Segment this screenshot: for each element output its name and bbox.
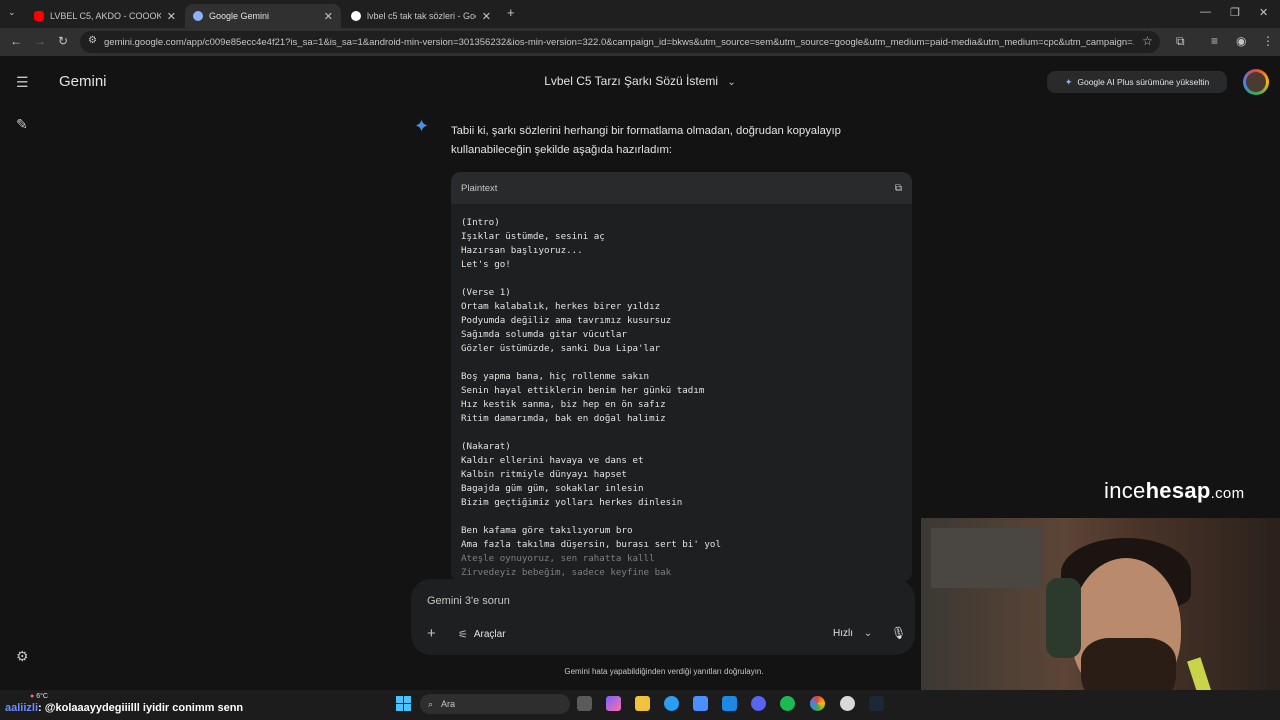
windows-start-icon[interactable] [396, 696, 411, 711]
tab-title: lvbel c5 tak tak sözleri - Google [367, 11, 476, 21]
tab-youtube[interactable]: LVBEL C5, AKDO - COOOK PARA ✕ [26, 4, 184, 28]
tab-strip: ⌄ LVBEL C5, AKDO - COOOK PARA ✕ Google G… [0, 0, 1280, 28]
headset [1046, 578, 1081, 658]
avatar[interactable] [1243, 69, 1269, 95]
code-block-header: Plaintext ⧉ [451, 172, 912, 204]
code-block: Plaintext ⧉ (Intro) Işıklar üstümde, ses… [451, 172, 912, 582]
url-text: gemini.google.com/app/c009e85ecc4e4f21?i… [104, 36, 1134, 48]
tab-google-search[interactable]: lvbel c5 tak tak sözleri - Google ✕ [343, 4, 499, 28]
webcam-background [931, 528, 1041, 588]
forward-icon[interactable]: → [34, 34, 46, 48]
code-language-label: Plaintext [461, 182, 498, 194]
steam-icon[interactable] [869, 696, 884, 711]
gemini-icon [193, 11, 203, 21]
side-rail: ☰ ✎ ⚙ [0, 56, 48, 690]
gemini-spark-icon: ✦ [414, 116, 430, 136]
copilot-icon[interactable] [606, 696, 621, 711]
lyrics-faded: Ateşle oynuyoruz, sen rahatta kalll Zirv… [461, 553, 672, 578]
chevron-down-icon: ⌄ [727, 77, 736, 88]
tools-button[interactable]: ⚟ Araçlar [458, 628, 506, 641]
new-tab-button[interactable]: + [507, 5, 515, 20]
prompt-composer[interactable]: Gemini 3'e sorun + ⚟ Araçlar Hızlı ⌄ 🎙 [411, 579, 915, 655]
model-mode-selector[interactable]: Hızlı ⌄ [833, 628, 872, 639]
store-icon[interactable] [693, 696, 708, 711]
close-icon[interactable]: ✕ [324, 10, 333, 23]
upgrade-button[interactable]: ✦ Google AI Plus sürümüne yükseltin [1047, 71, 1227, 93]
google-icon [351, 11, 361, 21]
tab-gemini[interactable]: Google Gemini ✕ [185, 4, 341, 28]
minimize-icon[interactable]: — [1200, 6, 1211, 18]
add-attachment-icon[interactable]: + [427, 625, 436, 642]
maximize-icon[interactable]: ❐ [1230, 6, 1240, 19]
app-icon[interactable] [722, 696, 737, 711]
chevron-down-icon: ⌄ [863, 628, 873, 639]
tab-list-chevron-icon[interactable]: ⌄ [8, 7, 16, 18]
stream-chat-message: aaliizli: @kolaaayydegiiilll iyidir coni… [5, 702, 243, 714]
watermark-bold: hesap [1145, 478, 1211, 503]
window-close-icon[interactable]: ✕ [1259, 6, 1268, 19]
chrome-icon[interactable] [810, 696, 825, 711]
tools-label: Araçlar [473, 629, 506, 640]
discord-icon[interactable] [751, 696, 766, 711]
reload-icon[interactable]: ↻ [58, 34, 68, 48]
chat-text: : @kolaaayydegiiilll iyidir conimm senn [38, 702, 244, 714]
extensions-icon[interactable]: ⧉ [1176, 34, 1185, 49]
watermark-suffix: .com [1210, 485, 1245, 502]
response-intro: Tabii ki, şarkı sözlerini herhangi bir f… [451, 125, 841, 156]
watermark-logo: incehesap.com [1104, 478, 1244, 504]
obs-icon[interactable] [840, 696, 855, 711]
tab-title: Google Gemini [209, 11, 270, 21]
weather-widget[interactable]: ● 6°C [30, 693, 48, 700]
search-icon: ⌕ [428, 698, 434, 709]
address-bar[interactable]: ⚙ gemini.google.com/app/c009e85ecc4e4f21… [80, 31, 1160, 53]
lyrics-visible: (Intro) Işıklar üstümde, sesini aç Hazır… [461, 217, 721, 550]
navigation-bar: ← → ↻ ⚙ gemini.google.com/app/c009e85ecc… [0, 28, 1280, 56]
taskbar-search[interactable]: ⌕ Ara [420, 694, 570, 714]
bookmark-star-icon[interactable]: ☆ [1142, 34, 1153, 48]
site-info-icon[interactable]: ⚙ [88, 35, 97, 46]
profile-icon[interactable]: ◉ [1236, 34, 1246, 48]
settings-icon[interactable]: ⚙ [16, 648, 29, 665]
weather-temp: 6°C [36, 693, 48, 700]
spotify-icon[interactable] [780, 696, 795, 711]
weather-icon: ● [30, 693, 35, 700]
chat-username: aaliizli [5, 702, 39, 714]
back-icon[interactable]: ← [10, 34, 22, 48]
microphone-icon[interactable]: 🎙 [891, 626, 906, 640]
copy-icon[interactable]: ⧉ [895, 183, 902, 194]
tools-sliders-icon: ⚟ [458, 629, 468, 641]
tab-title: LVBEL C5, AKDO - COOOK PARA [50, 11, 161, 21]
close-icon[interactable]: ✕ [482, 10, 491, 23]
edge-icon[interactable] [664, 696, 679, 711]
file-explorer-icon[interactable] [635, 696, 650, 711]
mode-label: Hızlı [833, 628, 853, 639]
reading-list-icon[interactable]: ≡ [1211, 34, 1218, 48]
prompt-input[interactable]: Gemini 3'e sorun [427, 595, 510, 607]
youtube-icon [34, 11, 44, 21]
task-view-icon[interactable] [577, 696, 592, 711]
taskbar-search-label: Ara [441, 699, 456, 709]
watermark-light: ince [1104, 478, 1146, 503]
new-chat-icon[interactable]: ✎ [16, 116, 28, 133]
upgrade-label: Google AI Plus sürümüne yükseltin [1077, 77, 1210, 87]
close-icon[interactable]: ✕ [167, 10, 176, 23]
sparkle-icon: ✦ [1064, 76, 1073, 87]
browser-menu-icon[interactable]: ⋮ [1262, 34, 1274, 48]
lyrics-text: (Intro) Işıklar üstümde, sesini aç Hazır… [451, 204, 912, 580]
chat-title-text: Lvbel C5 Tarzı Şarkı Sözü İstemi [544, 74, 719, 88]
